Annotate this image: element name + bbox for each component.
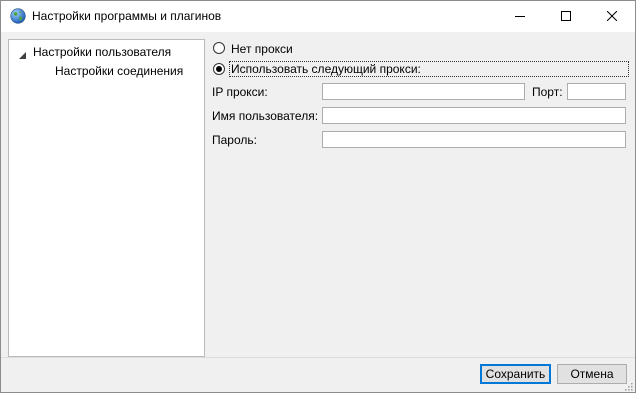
close-button[interactable] [589,1,635,32]
globe-icon [10,8,26,24]
settings-tree[interactable]: Настройки пользователя Настройки соедине… [8,39,205,357]
maximize-icon [561,10,571,24]
password-input[interactable] [322,131,626,148]
cancel-button[interactable]: Отмена [557,364,627,384]
port-input[interactable] [567,83,626,100]
ip-proxy-label: IP прокси: [212,85,268,99]
triangle-expanded-icon[interactable] [19,48,26,62]
username-label: Имя пользователя: [212,109,319,123]
tree-item-user-settings[interactable]: Настройки пользователя [33,45,171,59]
maximize-button[interactable] [543,1,589,32]
resize-grip-icon[interactable] [623,380,633,394]
tree-item-connection-settings[interactable]: Настройки соединения [55,64,183,78]
close-icon [606,10,618,24]
settings-window: Настройки программы и плагинов Настройки… [0,0,636,393]
minimize-button[interactable] [497,1,543,32]
use-proxy-label[interactable]: Использовать следующий прокси: [229,61,629,77]
window-title: Настройки программы и плагинов [32,9,222,23]
port-label: Порт: [532,85,563,99]
bottom-divider [1,357,635,358]
password-label: Пароль: [212,133,257,147]
minimize-icon [515,10,525,24]
no-proxy-radio[interactable] [213,42,225,54]
save-button[interactable]: Сохранить [480,364,551,384]
username-input[interactable] [322,107,626,124]
no-proxy-label[interactable]: Нет прокси [231,42,293,56]
title-bar[interactable]: Настройки программы и плагинов [1,1,635,32]
connection-settings-panel: Нет прокси Использовать следующий прокси… [206,39,630,355]
use-proxy-radio[interactable] [213,63,225,75]
ip-proxy-input[interactable] [322,83,525,100]
